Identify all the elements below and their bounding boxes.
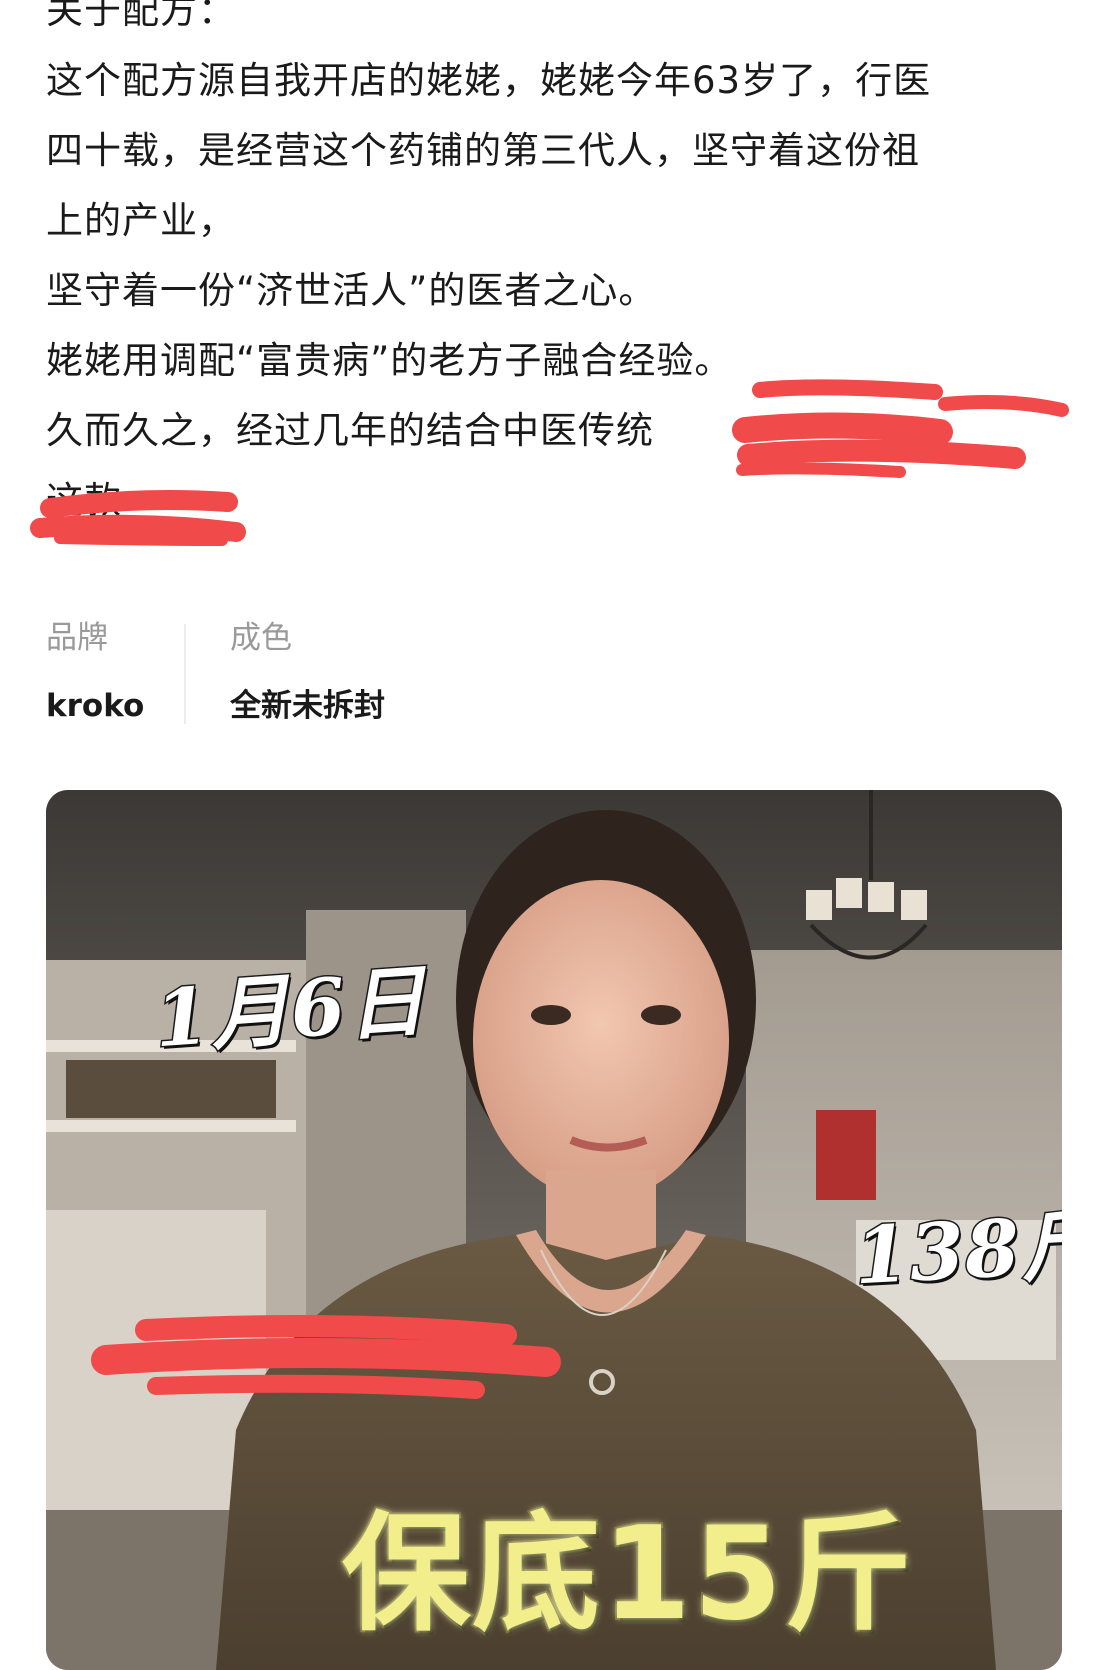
description-line: 坚守着一份“济世活人”的医者之心。	[46, 269, 657, 312]
description-line: 上的产业，	[46, 199, 236, 242]
description-line: 这款	[46, 479, 122, 522]
attribute-label: 成色	[230, 620, 292, 656]
attribute-value: 全新未拆封	[230, 688, 385, 724]
attribute-brand: 品牌 kroko	[46, 618, 144, 726]
attribute-label: 品牌	[46, 620, 108, 656]
overlay-guarantee-text: 保底15斤	[340, 1498, 915, 1651]
product-image[interactable]: 1月6日 138斤 保底15斤	[46, 790, 1062, 1670]
description-line: 四十载，是经营这个药铺的第三代人，坚守着这份祖	[46, 129, 920, 172]
overlay-weight-text: 138斤	[851, 1197, 1062, 1304]
attribute-divider	[184, 624, 186, 724]
item-description: 关于配方： 这个配方源自我开店的姥姥，姥姥今年63岁了，行医 四十载，是经营这个…	[46, 0, 1076, 536]
attribute-value: kroko	[46, 688, 145, 724]
description-line: 这个配方源自我开店的姥姥，姥姥今年63岁了，行医	[46, 59, 932, 102]
description-line: 久而久之，经过几年的结合中医传统	[46, 409, 654, 452]
description-line: 关于配方：	[46, 0, 236, 32]
overlay-date-text: 1月6日	[150, 954, 431, 1067]
attribute-condition: 成色 全新未拆封	[230, 618, 385, 726]
redaction-stroke	[54, 532, 228, 546]
description-line: 姥姥用调配“富贵病”的老方子融合经验。	[46, 339, 733, 382]
